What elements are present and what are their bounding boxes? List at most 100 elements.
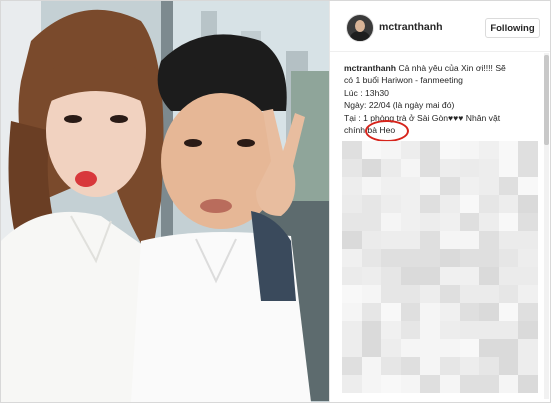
pixel-block	[459, 375, 480, 393]
pixel-block	[440, 357, 460, 375]
header-username[interactable]: mctranthanh	[379, 21, 443, 33]
pixel-block	[420, 159, 440, 177]
pixel-block	[459, 141, 480, 159]
pixel-block	[381, 159, 401, 177]
pixel-block	[459, 339, 480, 357]
pixel-block	[342, 339, 362, 357]
post-side-panel: mctranthanh Following mctranthanh Cả nhà…	[329, 1, 550, 402]
pixel-block	[440, 303, 460, 321]
pixel-block	[479, 213, 499, 231]
pixel-block	[420, 375, 440, 393]
pixel-block	[479, 267, 499, 285]
pixel-block	[381, 321, 401, 339]
pixel-block	[420, 267, 440, 285]
post-photo[interactable]	[1, 1, 329, 402]
pixel-block	[381, 267, 401, 285]
pixel-block	[342, 177, 362, 195]
pixel-block	[361, 303, 382, 321]
pixel-block	[381, 285, 401, 303]
pixel-block	[361, 231, 382, 249]
following-button[interactable]: Following	[485, 18, 540, 38]
pixel-block	[400, 339, 421, 357]
pixel-block	[479, 159, 499, 177]
scrollbar-thumb[interactable]	[544, 55, 549, 145]
caption-line-1: Cả nhà yêu của Xin ơi!!!! Sẽ	[398, 63, 506, 73]
pixel-block	[400, 195, 421, 213]
pixelated-comments	[342, 141, 538, 395]
pixel-block	[400, 249, 421, 267]
pixel-block	[342, 357, 362, 375]
pixel-block	[400, 321, 421, 339]
pixel-block	[420, 285, 440, 303]
instagram-post: mctranthanh Following mctranthanh Cả nhà…	[0, 0, 551, 403]
pixel-block	[361, 159, 382, 177]
caption-username[interactable]: mctranthanh	[344, 63, 396, 73]
pixel-block	[361, 249, 382, 267]
avatar[interactable]	[346, 14, 374, 42]
pixel-block	[420, 303, 440, 321]
pixel-block	[400, 159, 421, 177]
pixel-block	[342, 267, 362, 285]
pixel-block	[479, 339, 499, 357]
pixel-block	[518, 159, 538, 177]
pixel-block	[479, 195, 499, 213]
pixel-block	[518, 303, 538, 321]
pixel-block	[420, 141, 440, 159]
caption-line-3: Lúc : 13h30	[344, 87, 389, 98]
pixel-block	[518, 321, 538, 339]
pixel-block	[518, 285, 538, 303]
pixel-block	[459, 231, 480, 249]
pixel-block	[479, 141, 499, 159]
pixel-block	[498, 375, 519, 393]
pixel-block	[498, 321, 519, 339]
pixel-block	[400, 357, 421, 375]
pixel-block	[342, 213, 362, 231]
pixel-block	[342, 159, 362, 177]
pixel-block	[518, 339, 538, 357]
pixel-block	[479, 357, 499, 375]
pixel-block	[498, 177, 519, 195]
pixel-block	[361, 321, 382, 339]
pixel-block	[361, 141, 382, 159]
pixel-block	[440, 195, 460, 213]
pixel-block	[459, 213, 480, 231]
pixel-block	[440, 141, 460, 159]
pixel-block	[342, 249, 362, 267]
pixel-block	[381, 231, 401, 249]
selfie-illustration	[1, 1, 329, 402]
pixel-block	[381, 357, 401, 375]
pixel-block	[420, 339, 440, 357]
pixel-block	[440, 267, 460, 285]
post-header: mctranthanh Following	[330, 1, 550, 52]
pixel-block	[498, 303, 519, 321]
red-circle-annotation	[365, 120, 409, 142]
pixel-block	[459, 321, 480, 339]
caption-line-4: Ngày: 22/04 (là ngày mai đó)	[344, 100, 455, 111]
pixel-block	[459, 159, 480, 177]
pixel-block	[518, 231, 538, 249]
pixel-block	[342, 285, 362, 303]
pixel-block	[518, 213, 538, 231]
pixel-block	[498, 213, 519, 231]
pixel-block	[498, 267, 519, 285]
pixel-block	[518, 195, 538, 213]
pixel-block	[440, 231, 460, 249]
scrollbar[interactable]	[544, 53, 549, 399]
pixel-block	[479, 249, 499, 267]
pixel-block	[400, 213, 421, 231]
pixel-block	[361, 357, 382, 375]
pixel-block	[459, 177, 480, 195]
pixel-block	[479, 285, 499, 303]
pixel-block	[400, 303, 421, 321]
pixel-block	[459, 195, 480, 213]
pixel-block	[361, 375, 382, 393]
pixel-block	[361, 339, 382, 357]
pixel-block	[459, 357, 480, 375]
pixel-block	[420, 213, 440, 231]
pixel-block	[342, 303, 362, 321]
pixel-block	[400, 177, 421, 195]
pixel-block	[361, 177, 382, 195]
pixel-block	[498, 159, 519, 177]
pixel-block	[459, 285, 480, 303]
pixel-block	[440, 249, 460, 267]
